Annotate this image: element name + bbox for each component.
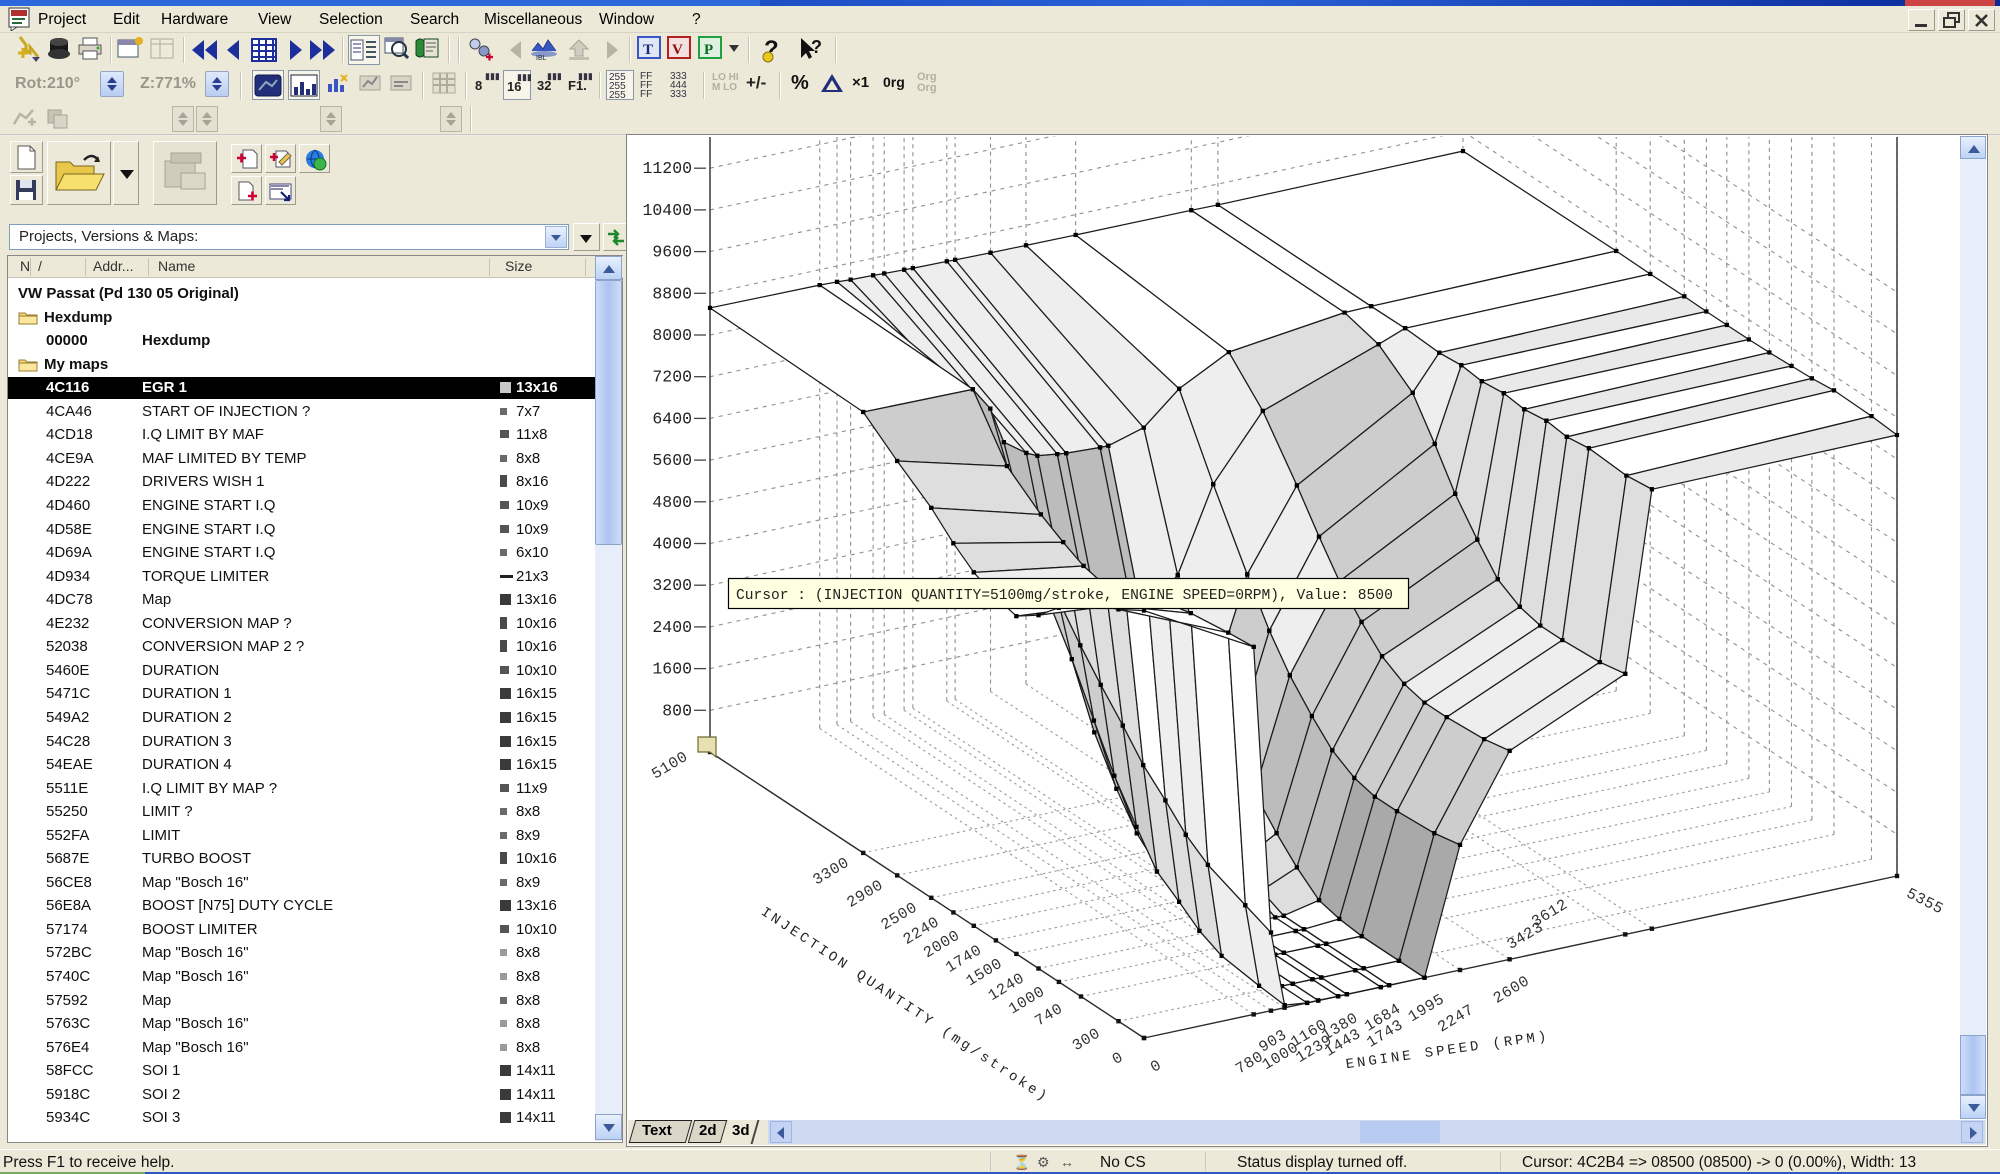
svg-text:?: ? — [811, 37, 822, 57]
svg-text:5600: 5600 — [652, 451, 692, 470]
svg-text:6400: 6400 — [652, 409, 692, 428]
svg-text:8000: 8000 — [652, 326, 692, 345]
svg-text:4000: 4000 — [652, 535, 692, 554]
svg-text:7200: 7200 — [652, 368, 692, 387]
svg-text:1600: 1600 — [652, 660, 692, 679]
svg-text:4800: 4800 — [652, 493, 692, 512]
svg-text:V: V — [672, 42, 683, 58]
svg-text:2400: 2400 — [652, 618, 692, 637]
svg-text:3200: 3200 — [652, 576, 692, 595]
svg-text:P: P — [704, 42, 713, 58]
svg-text:8800: 8800 — [652, 284, 692, 303]
svg-text:9600: 9600 — [652, 243, 692, 262]
svg-text:800: 800 — [662, 701, 692, 720]
svg-text:10400: 10400 — [642, 201, 692, 220]
svg-text:T: T — [643, 42, 653, 58]
svg-text:Cursor : (INJECTION QUANTITY=5: Cursor : (INJECTION QUANTITY=5100mg/stro… — [736, 588, 1393, 604]
svg-text:11200: 11200 — [642, 159, 692, 178]
